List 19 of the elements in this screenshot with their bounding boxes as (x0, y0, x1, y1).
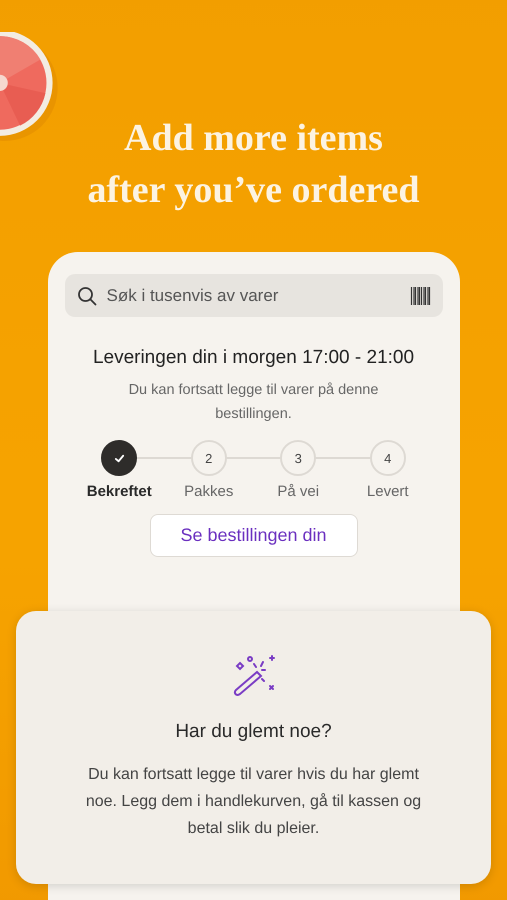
step-marker: 3 (280, 440, 316, 476)
step-label: På vei (277, 483, 320, 500)
step-marker: 2 (190, 440, 227, 476)
view-order-button[interactable]: Se bestillingen din (150, 514, 358, 557)
search-bar[interactable]: Søk i tusenvis av varer (64, 274, 442, 317)
popup-message: Du kan fortsatt legge til varer hvis du har glemt noe. Legg dem i handlekurven, gå til kassen og betal slik du pleier. (84, 765, 422, 839)
headline: after you’ve ordered (87, 168, 420, 213)
check-icon (114, 452, 125, 464)
step-marker: 4 (370, 440, 406, 476)
step-label: Pakkes (184, 483, 234, 500)
step-label: Bekreftet (86, 483, 152, 500)
headline: Add more items (124, 116, 383, 161)
popup-title: Har du glemt noe? (175, 721, 332, 743)
step-label: Levert (366, 483, 409, 500)
search-field[interactable]: Søk i tusenvis av varer (106, 286, 400, 306)
delivery-title: Leveringen din i morgen 17:00 - 21:00 (92, 347, 416, 369)
delivery-subtitle: Du kan fortsatt legge til varer på denne bestillingen. (128, 381, 380, 424)
barcode-icon[interactable] (410, 286, 430, 306)
search-icon (76, 286, 96, 306)
